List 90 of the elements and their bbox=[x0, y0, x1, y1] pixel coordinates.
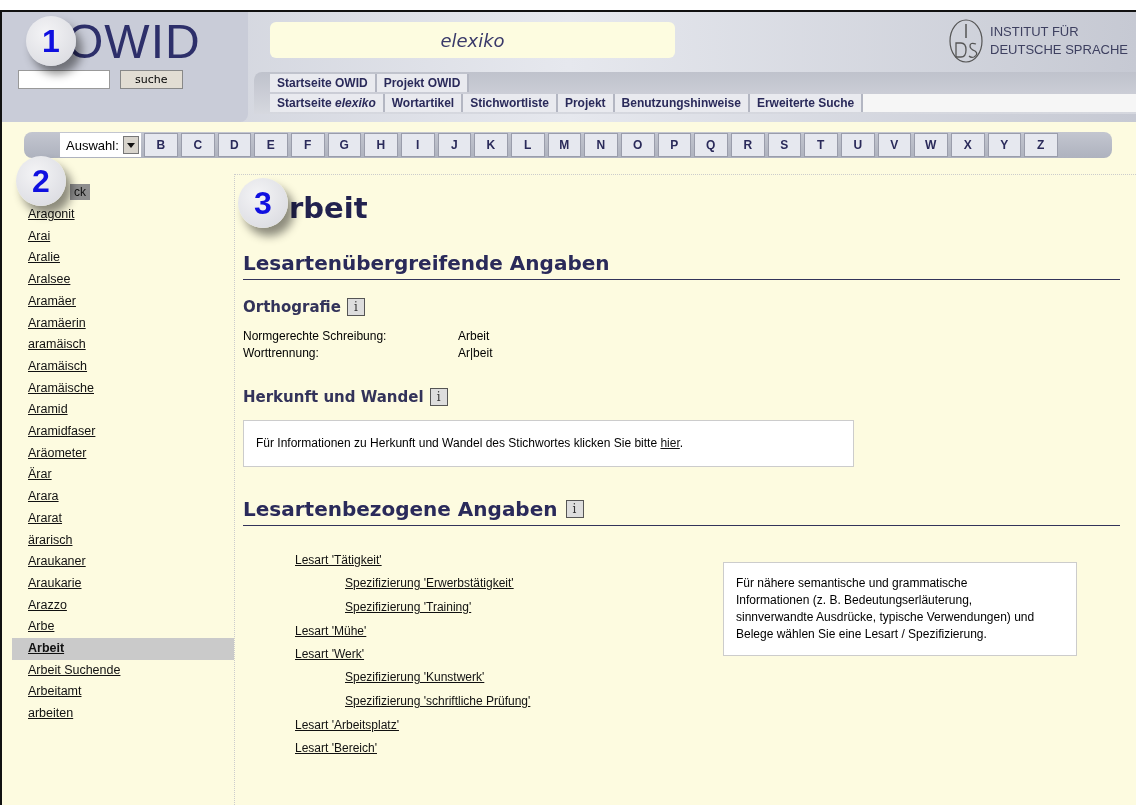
search-field[interactable] bbox=[18, 70, 110, 89]
institute-name: INSTITUT FÜR DEUTSCHE SPRACHE bbox=[990, 23, 1128, 59]
headword-link[interactable]: Arara bbox=[12, 486, 234, 508]
letter-button[interactable]: X bbox=[950, 133, 985, 157]
nav-tab[interactable]: Projekt OWID bbox=[376, 74, 470, 92]
info-button[interactable]: i bbox=[565, 500, 584, 518]
callout-badge: 3 bbox=[238, 178, 288, 228]
letter-button[interactable]: T bbox=[803, 133, 838, 157]
subsection-heading: Herkunft und Wandel bbox=[243, 388, 424, 406]
nav-tab[interactable]: Benutzungshinweise bbox=[614, 94, 750, 112]
letter-button[interactable]: Q bbox=[693, 133, 728, 157]
headword-link[interactable]: Aramidfaser bbox=[12, 421, 234, 443]
headword-link[interactable]: Aralsee bbox=[12, 269, 234, 291]
section-heading: Lesartenübergreifende Angaben bbox=[243, 251, 1120, 280]
reading-link[interactable]: Spezifizierung 'Training' bbox=[345, 597, 472, 618]
reading-link[interactable]: Lesart 'Tätigkeit' bbox=[295, 550, 382, 571]
letter-button[interactable]: P bbox=[657, 133, 691, 157]
reading-link[interactable]: Spezifizierung 'schriftliche Prüfung' bbox=[345, 691, 531, 712]
letter-button[interactable]: W bbox=[913, 133, 948, 157]
subsection-heading: Orthografie bbox=[243, 298, 341, 316]
headword-link[interactable]: Arbeitamt bbox=[12, 681, 234, 704]
section-heading: Lesartenbezogene Angaben bbox=[243, 497, 558, 521]
reading-link[interactable]: Spezifizierung 'Erwerbstätigkeit' bbox=[345, 573, 514, 594]
article-title: rbeit bbox=[289, 191, 369, 225]
field-label: Normgerechte Schreibung: bbox=[243, 328, 388, 345]
headword-link[interactable]: Ararat bbox=[12, 507, 234, 530]
headword-link[interactable]: Aramäische bbox=[12, 377, 234, 400]
headword-link[interactable]: Arbeit bbox=[12, 638, 234, 660]
info-button[interactable]: i bbox=[346, 298, 365, 316]
reading-link[interactable]: Lesart 'Arbeitsplatz' bbox=[295, 715, 399, 736]
letter-button[interactable]: L bbox=[510, 133, 545, 157]
field-value: Arbeit bbox=[458, 328, 491, 345]
callout-badge: 2 bbox=[16, 156, 66, 206]
letter-button[interactable]: C bbox=[180, 133, 215, 157]
letter-button[interactable]: V bbox=[877, 133, 911, 157]
letter-button[interactable]: U bbox=[840, 133, 875, 157]
here-link[interactable]: hier bbox=[660, 436, 680, 450]
reading-link[interactable]: Lesart 'Bereich' bbox=[295, 738, 377, 759]
letter-button[interactable]: J bbox=[437, 133, 471, 157]
letter-button[interactable]: O bbox=[620, 133, 655, 157]
headword-link[interactable]: Aragonit bbox=[12, 204, 234, 226]
headword-link[interactable]: Araukaner bbox=[12, 551, 234, 573]
nav-tab[interactable]: Wortartikel bbox=[384, 94, 464, 112]
headword-link[interactable]: Arbeit Suchende bbox=[12, 659, 234, 682]
nav-tab[interactable]: Startseite OWID bbox=[270, 74, 377, 92]
back-button[interactable]: ck bbox=[70, 184, 90, 200]
headword-link[interactable]: ärarisch bbox=[12, 529, 234, 552]
dictionary-title: elexiko bbox=[270, 22, 675, 58]
headword-link[interactable]: Aramäisch bbox=[12, 355, 234, 378]
reading-link[interactable]: Lesart 'Mühe' bbox=[295, 621, 367, 642]
letter-button[interactable]: E bbox=[253, 133, 288, 157]
field-label: Worttrennung: bbox=[243, 345, 320, 362]
headword-link[interactable]: Araukarie bbox=[12, 572, 234, 595]
letter-button[interactable]: R bbox=[730, 133, 765, 157]
letter-button[interactable]: S bbox=[767, 133, 801, 157]
headword-link[interactable]: Aräometer bbox=[12, 442, 234, 465]
letter-button[interactable]: Y bbox=[987, 133, 1021, 157]
headword-link[interactable]: Ärar bbox=[12, 464, 234, 487]
letter-button[interactable]: K bbox=[473, 133, 508, 157]
letter-button[interactable]: B bbox=[143, 133, 178, 157]
institute-logo-icon bbox=[948, 18, 985, 64]
letter-button[interactable]: F bbox=[290, 133, 325, 157]
nav-tab[interactable]: Stichwortliste bbox=[463, 94, 558, 112]
headword-link[interactable]: Arbe bbox=[12, 616, 234, 639]
info-text: Für Informationen zu Herkunft und Wandel des Stichwortes klicken Sie bitte hier. bbox=[256, 435, 685, 452]
hint-text: Für nähere semantische und grammatische Informationen (z. B. Bedeutungserläuterung, sinnverwandte Ausdrücke, typische Verwendungen) und Belege wählen Sie eine Lesart / Spezifizierung. bbox=[736, 575, 1036, 643]
letter-button[interactable]: Z bbox=[1023, 133, 1058, 157]
letter-button[interactable]: D bbox=[217, 133, 251, 157]
nav-tab[interactable]: Erweiterte Suche bbox=[749, 94, 864, 112]
headword-link[interactable]: Aramäerin bbox=[12, 312, 234, 335]
headword-link[interactable]: Arai bbox=[12, 225, 234, 248]
nav-tab[interactable]: Startseite elexiko bbox=[270, 94, 385, 112]
field-value: Ar|beit bbox=[458, 345, 494, 362]
reading-link[interactable]: Lesart 'Werk' bbox=[295, 644, 365, 665]
letter-button[interactable]: M bbox=[547, 133, 581, 157]
reading-link[interactable]: Spezifizierung 'Kunstwerk' bbox=[345, 667, 485, 688]
letter-button[interactable]: I bbox=[400, 133, 435, 157]
letter-button[interactable]: G bbox=[327, 133, 361, 157]
letter-button[interactable]: N bbox=[583, 133, 618, 157]
nav-tab[interactable]: Projekt bbox=[557, 94, 615, 112]
headword-link[interactable]: Aramäer bbox=[12, 290, 234, 313]
headword-link[interactable]: Arazzo bbox=[12, 594, 234, 617]
search-button[interactable]: suche bbox=[120, 70, 183, 89]
letter-button[interactable]: H bbox=[363, 133, 398, 157]
letter-select[interactable]: Auswahl: bbox=[60, 133, 141, 157]
headword-link[interactable]: Aralie bbox=[12, 247, 234, 270]
headword-link[interactable]: aramäisch bbox=[12, 334, 234, 356]
headword-link[interactable]: Aramid bbox=[12, 399, 234, 422]
headword-link[interactable]: arbeiten bbox=[12, 703, 234, 725]
info-button[interactable]: i bbox=[429, 388, 448, 406]
